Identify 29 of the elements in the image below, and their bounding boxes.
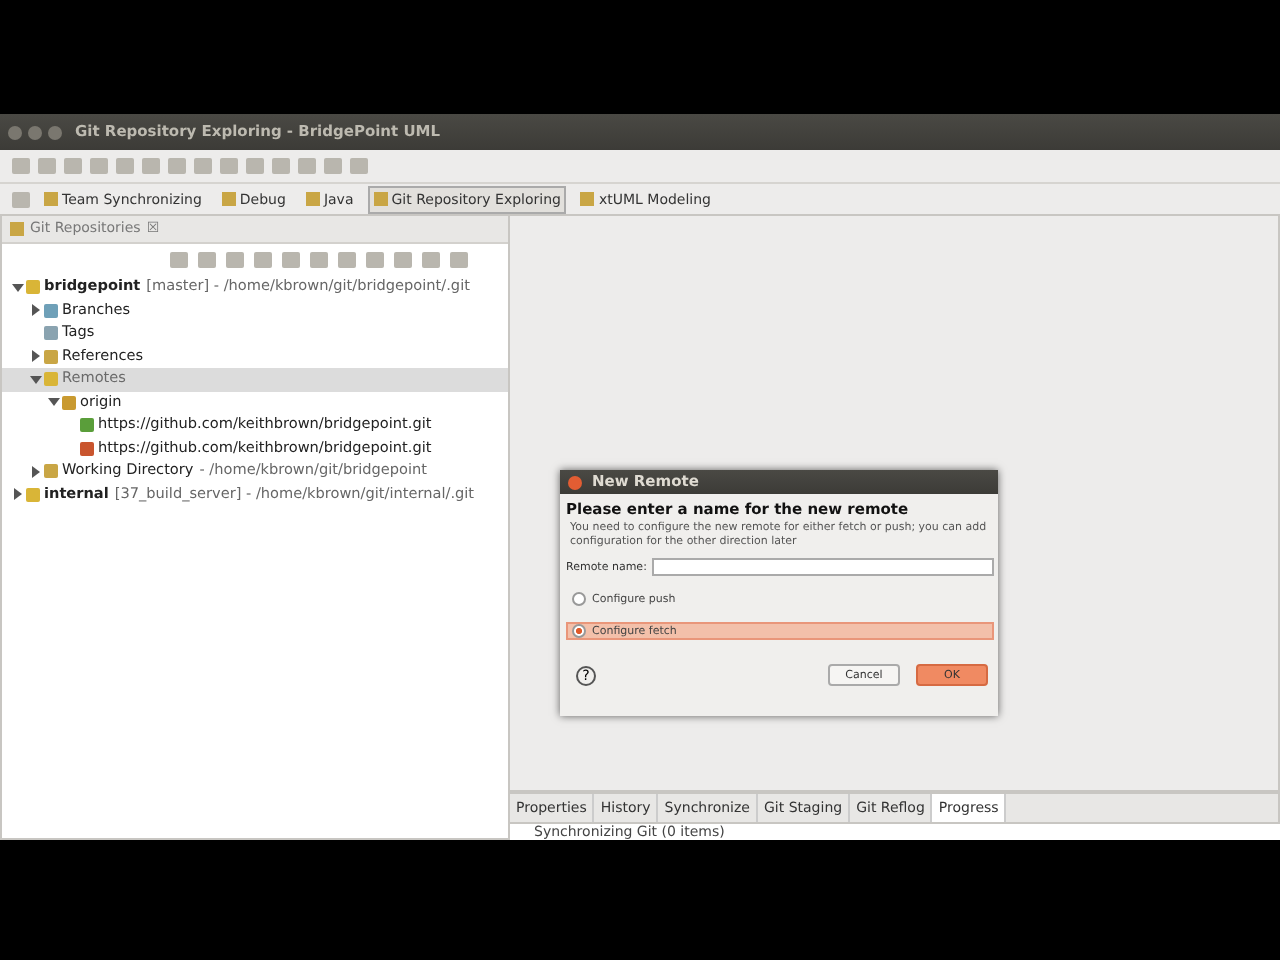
repository-icon xyxy=(10,222,24,236)
expand-triangle-icon[interactable] xyxy=(12,488,24,501)
perspective-icon xyxy=(580,192,595,206)
close-button[interactable] xyxy=(8,125,22,139)
collapse-triangle-icon[interactable] xyxy=(12,281,24,294)
folder-icon xyxy=(44,349,58,364)
perspective-icon xyxy=(221,192,236,206)
remote-icon xyxy=(62,395,76,410)
maximize-button[interactable] xyxy=(48,125,62,139)
perspective-icon xyxy=(305,192,320,206)
repo-icon xyxy=(26,280,40,295)
collapse-triangle-icon[interactable] xyxy=(48,396,60,409)
branches-icon xyxy=(44,303,58,318)
minimize-button[interactable] xyxy=(28,125,42,139)
tags-icon xyxy=(44,326,58,341)
repo-icon xyxy=(26,487,40,502)
expand-triangle-icon[interactable] xyxy=(30,465,42,478)
perspective-icon xyxy=(373,192,388,206)
collapse-triangle-icon[interactable] xyxy=(30,373,42,386)
input-field[interactable] xyxy=(652,558,994,577)
open-perspective-icon[interactable] xyxy=(12,191,30,207)
perspective-icon xyxy=(44,192,58,206)
fetch-icon xyxy=(80,418,94,433)
folder-icon xyxy=(44,464,58,479)
expand-triangle-icon[interactable] xyxy=(30,350,42,363)
repo-icon xyxy=(44,372,58,387)
close-button[interactable] xyxy=(568,475,582,489)
push-icon xyxy=(80,441,94,456)
expand-triangle-icon[interactable] xyxy=(30,304,42,317)
